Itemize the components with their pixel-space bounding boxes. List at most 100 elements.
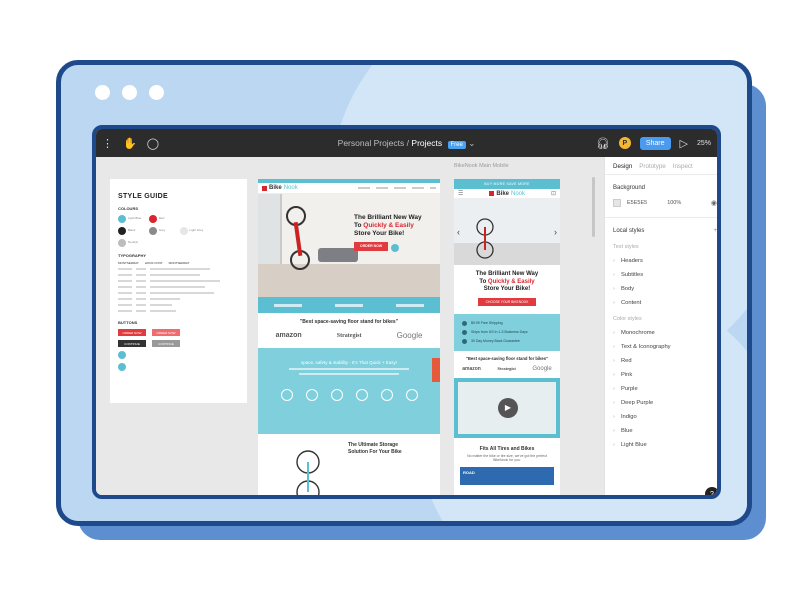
headphones-icon[interactable]: 🎧︎: [596, 137, 610, 150]
panel-tabs: Design Prototype Inspect: [605, 157, 717, 175]
bikenook-logo: Bike Nook: [489, 191, 525, 197]
zoom-level[interactable]: 25%: [697, 140, 711, 147]
chevron-right-icon[interactable]: ›: [554, 227, 557, 237]
choose-bikenook-button[interactable]: CHOOSE YOUR BIKENOOK: [478, 297, 536, 306]
color-style-light-blue[interactable]: › Light Blue: [613, 442, 717, 448]
swatch: Neutral: [118, 239, 147, 247]
local-styles-label: Local styles +: [613, 228, 717, 234]
buttons-label: BUTTONS: [118, 320, 138, 325]
money-icon: [462, 338, 467, 344]
text-styles-label: Text styles: [613, 244, 639, 250]
truck-icon: [462, 329, 467, 335]
mobile-landing-frame[interactable]: BUY MORE SAVE MORE ☰ Bike Nook ⊡ ‹ › The…: [454, 179, 560, 495]
bikenook-logo: Bike Nook: [262, 185, 298, 191]
color-style-monochrome[interactable]: › Monochrome: [613, 330, 717, 336]
bike-stand-illustration: [296, 450, 320, 495]
hero-headline: The Brilliant New Way To Quickly & Easil…: [354, 214, 434, 253]
mobile-features: $9.99 Free Shipping Ships from US In 1-3…: [454, 313, 560, 351]
swatch: Black: [118, 227, 147, 235]
add-style-icon[interactable]: +: [713, 228, 717, 234]
share-button[interactable]: Share: [639, 136, 671, 150]
color-style-indigo[interactable]: › Indigo: [613, 414, 717, 420]
press-quote: "Best space-saving floor stand for bikes…: [299, 319, 399, 325]
swatch: [180, 215, 209, 223]
swatch: [210, 227, 239, 235]
hand-icon[interactable]: ✋: [123, 137, 137, 150]
tab-design[interactable]: Design: [613, 163, 632, 174]
storage-section: The Ultimate Storage Solution For Your B…: [258, 434, 440, 495]
design-canvas[interactable]: STYLE GUIDE COLOURS Light Blue Red Black…: [96, 157, 604, 495]
play-icon[interactable]: [391, 244, 400, 253]
swatch: [210, 215, 239, 223]
hero-order-button[interactable]: ORDER NOW: [354, 242, 389, 251]
eye-icon[interactable]: ◉: [711, 199, 717, 207]
mobile-headline: The Brilliant New Way To Quickly & Easil…: [475, 271, 539, 292]
breadcrumb-project[interactable]: Personal Projects: [338, 138, 405, 148]
swatch: Light Grey: [179, 227, 209, 235]
benefit-icons: [258, 389, 440, 401]
cart-icon[interactable]: ⊡: [551, 190, 556, 197]
style-item-content[interactable]: › Content: [613, 300, 717, 306]
color-swatches: Light Blue Red Black Grey Light Grey Neu…: [118, 215, 239, 247]
background-opacity[interactable]: 100%: [667, 200, 681, 206]
play-icon[interactable]: ▷: [680, 137, 688, 150]
typography-label: TYPOGRAPHY: [118, 253, 147, 258]
chevron-left-icon[interactable]: ‹: [457, 227, 460, 237]
avatar[interactable]: P: [618, 137, 631, 149]
browser-frame: ⋮ ✋ ◯ Personal Projects / Projects Free …: [56, 60, 752, 526]
style-item-subtitles[interactable]: › Subtitles: [613, 272, 717, 278]
typography-samples: [118, 268, 239, 314]
top-toolbar: ⋮ ✋ ◯ Personal Projects / Projects Free …: [96, 129, 717, 157]
fit-title: Fits All Tires and Bikes: [479, 445, 535, 452]
desktop-landing-frame[interactable]: Bike Nook The Brilliant New Way To Quick…: [258, 179, 440, 495]
color-style-text-iconography[interactable]: › Text & Iconography: [613, 344, 717, 350]
color-style-deep-purple[interactable]: › Deep Purple: [613, 400, 717, 406]
feature-item: Ships from US In 1-3 Business Days: [462, 328, 552, 337]
mobile-press-logos: amazon Strategist Google: [462, 365, 552, 372]
style-item-body[interactable]: › Body: [613, 286, 717, 292]
color-style-pink[interactable]: › Pink: [613, 372, 717, 378]
style-guide-frame[interactable]: STYLE GUIDE COLOURS Light Blue Red Black…: [110, 179, 247, 403]
benefits-section: space, safety & stability - It's That Qu…: [258, 348, 440, 434]
background-label: Background: [613, 185, 646, 191]
tab-inspect[interactable]: Inspect: [673, 163, 693, 174]
color-style-red[interactable]: › Red: [613, 358, 717, 364]
illustration-stage: ⋮ ✋ ◯ Personal Projects / Projects Free …: [0, 0, 800, 600]
sample-play-icon: [118, 351, 126, 359]
mobile-hero: ‹ ›: [454, 199, 560, 265]
background-hex[interactable]: E5E5E5: [627, 200, 647, 206]
mobile-press-quote: "Best space-saving floor stand for bikes…: [465, 355, 549, 361]
properties-panel: Design Prototype Inspect Background E5E5…: [604, 157, 717, 495]
breadcrumb-separator: /: [406, 137, 410, 148]
hamburger-icon[interactable]: ☰: [458, 190, 463, 197]
swatch: Red: [148, 215, 178, 223]
style-item-headers[interactable]: › Headers: [613, 258, 717, 264]
window-dot[interactable]: [122, 85, 137, 100]
comment-icon[interactable]: ◯: [147, 137, 159, 150]
mobile-promo-bar: BUY MORE SAVE MORE: [454, 179, 560, 189]
shipping-icon: [462, 320, 467, 326]
breadcrumb-current[interactable]: Projects: [411, 138, 442, 148]
canvas-scrollbar[interactable]: [592, 177, 595, 237]
color-style-purple[interactable]: › Purple: [613, 386, 717, 392]
road-card[interactable]: ROAD: [460, 466, 554, 485]
play-icon[interactable]: ▶: [498, 397, 518, 418]
sample-order-button: ORDER NOW: [118, 329, 146, 336]
window-dot[interactable]: [149, 85, 164, 100]
window-dot[interactable]: [95, 85, 110, 100]
background-swatch[interactable]: [613, 199, 621, 207]
chevron-down-icon[interactable]: ⌄: [468, 138, 475, 148]
mobile-frame-label[interactable]: BikeNook Main Mobile: [454, 163, 509, 169]
color-style-blue[interactable]: › Blue: [613, 428, 717, 434]
fit-subtitle: No matter the bike or tire size, we've g…: [467, 453, 547, 463]
menu-icon[interactable]: ⋮: [102, 137, 113, 150]
swatch: Grey: [148, 227, 178, 235]
background-row[interactable]: E5E5E5 100% ◉: [613, 199, 717, 207]
desktop-hero: The Brilliant New Way To Quickly & Easil…: [258, 194, 440, 297]
feature-item: $9.99 Free Shipping: [462, 319, 552, 328]
side-tab[interactable]: [432, 358, 440, 382]
sample-order-button-hover: ORDER NOW: [152, 329, 180, 336]
tab-prototype[interactable]: Prototype: [639, 163, 665, 174]
mobile-video[interactable]: ▶: [454, 377, 560, 438]
sample-play-icon: [118, 363, 126, 371]
